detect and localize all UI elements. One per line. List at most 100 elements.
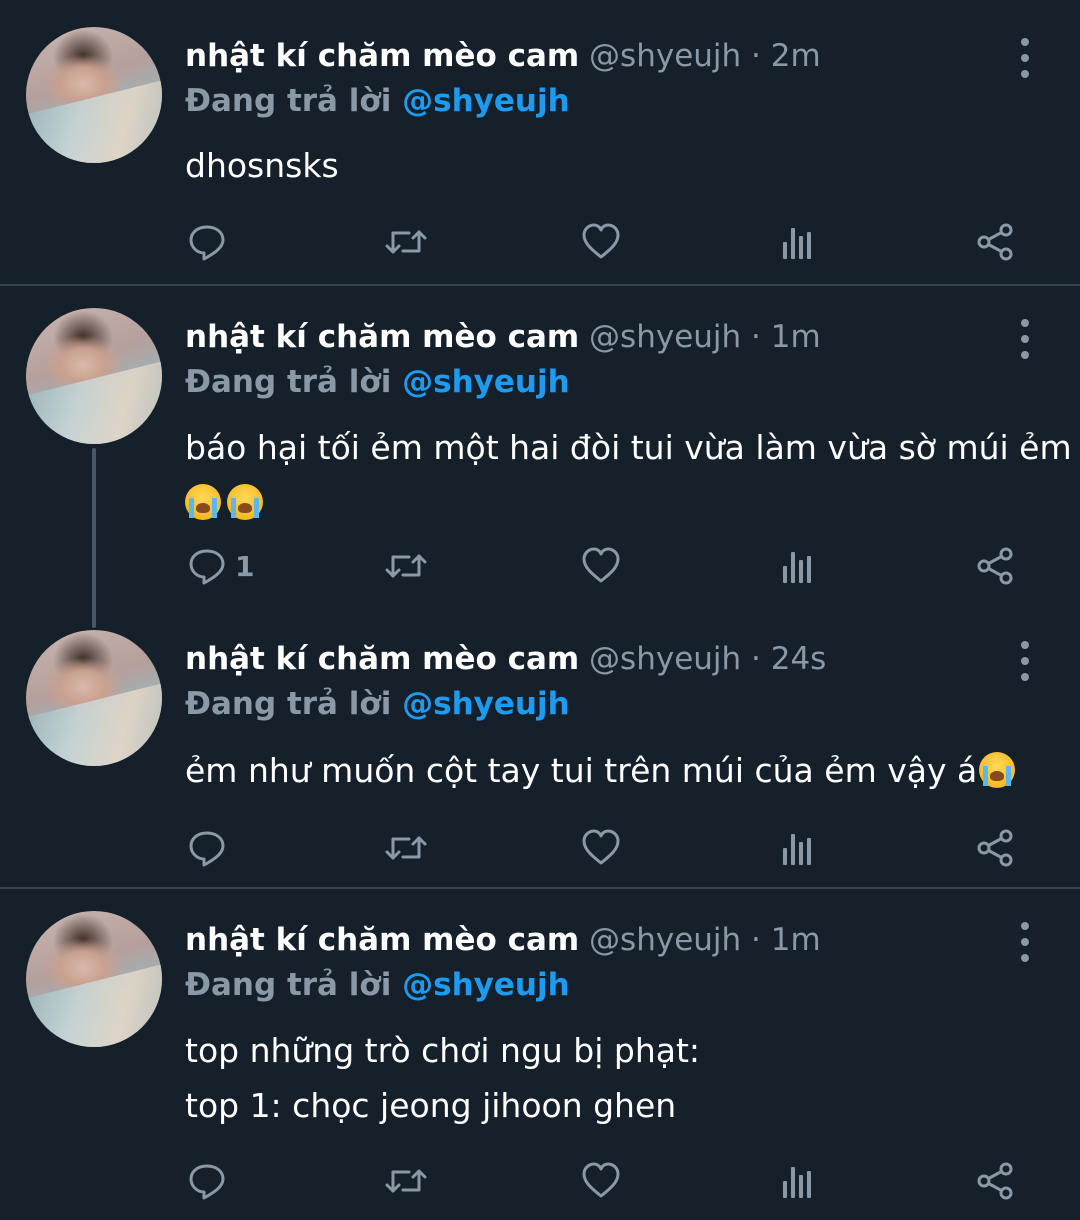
- reply-to-handle[interactable]: @shyeujh: [402, 686, 570, 722]
- display-name[interactable]: nhật kí chăm mèo cam: [185, 922, 579, 958]
- reply-button[interactable]: [187, 828, 227, 868]
- reply-button[interactable]: [187, 1161, 227, 1201]
- reply-label: Đang trả lời: [185, 686, 392, 722]
- tweet-header: nhật kí chăm mèo cam @shyeujh · 1m: [185, 922, 821, 958]
- tweet-text: top những trò chơi ngu bị phạt: top 1: c…: [185, 1023, 700, 1133]
- like-button[interactable]: [581, 828, 621, 868]
- tweet-text: báo hại tối ẻm một hai đòi tui vừa làm v…: [185, 420, 1072, 530]
- like-button[interactable]: [581, 1161, 621, 1201]
- tweet-header: nhật kí chăm mèo cam @shyeujh · 24s: [185, 641, 826, 677]
- tweet[interactable]: nhật kí chăm mèo cam @shyeujh · 24s Đang…: [0, 608, 1080, 887]
- analytics-button[interactable]: [780, 1161, 816, 1201]
- like-icon: [581, 546, 621, 586]
- like-icon: [581, 222, 621, 262]
- more-options-icon[interactable]: [1013, 319, 1037, 359]
- like-button[interactable]: [581, 222, 621, 262]
- analytics-icon: [780, 546, 816, 586]
- retweet-icon: [383, 1161, 429, 1201]
- share-icon: [975, 222, 1015, 262]
- avatar[interactable]: [26, 630, 162, 766]
- analytics-icon: [780, 828, 816, 868]
- tweet-header: nhật kí chăm mèo cam @shyeujh · 2m: [185, 38, 821, 74]
- reply-icon: [187, 546, 227, 586]
- emoji-line: [185, 475, 1072, 530]
- like-icon: [581, 1161, 621, 1201]
- tweet-text-line: top 1: chọc jeong jihoon ghen: [185, 1086, 677, 1125]
- share-icon: [975, 546, 1015, 586]
- tweet[interactable]: nhật kí chăm mèo cam @shyeujh · 1m Đang …: [0, 286, 1080, 608]
- user-handle[interactable]: @shyeujh: [589, 319, 741, 355]
- share-button[interactable]: [975, 222, 1015, 262]
- like-icon: [581, 828, 621, 868]
- action-bar: [0, 222, 1080, 262]
- timestamp[interactable]: 1m: [771, 922, 821, 958]
- reply-icon: [187, 1161, 227, 1201]
- retweet-icon: [383, 546, 429, 586]
- tweet-text-line: top những trò chơi ngu bị phạt:: [185, 1031, 701, 1070]
- reply-icon: [187, 828, 227, 868]
- retweet-button[interactable]: [383, 546, 429, 586]
- share-button[interactable]: [975, 546, 1015, 586]
- user-handle[interactable]: @shyeujh: [589, 38, 741, 74]
- reply-to-handle[interactable]: @shyeujh: [402, 364, 570, 400]
- analytics-button[interactable]: [780, 222, 816, 262]
- tweet-text-line: báo hại tối ẻm một hai đòi tui vừa làm v…: [185, 428, 1072, 467]
- reply-label: Đang trả lời: [185, 83, 392, 119]
- reply-to-handle[interactable]: @shyeujh: [402, 83, 570, 119]
- user-handle[interactable]: @shyeujh: [589, 922, 741, 958]
- analytics-icon: [780, 222, 816, 262]
- reply-context: Đang trả lời @shyeujh: [185, 967, 570, 1003]
- retweet-button[interactable]: [383, 1161, 429, 1201]
- loudly-crying-face-icon: [185, 484, 221, 520]
- retweet-icon: [383, 222, 429, 262]
- reply-button[interactable]: 1: [187, 546, 254, 586]
- tweet-text-line: ẻm như muốn cột tay tui trên múi của ẻm …: [185, 743, 1021, 798]
- tweet-header: nhật kí chăm mèo cam @shyeujh · 1m: [185, 319, 821, 355]
- share-button[interactable]: [975, 1161, 1015, 1201]
- reply-button[interactable]: [187, 222, 227, 262]
- analytics-button[interactable]: [780, 546, 816, 586]
- analytics-icon: [780, 1161, 816, 1201]
- more-options-icon[interactable]: [1013, 641, 1037, 681]
- more-options-icon[interactable]: [1013, 38, 1037, 78]
- tweet[interactable]: nhật kí chăm mèo cam @shyeujh · 1m Đang …: [0, 889, 1080, 1220]
- share-icon: [975, 1161, 1015, 1201]
- retweet-button[interactable]: [383, 222, 429, 262]
- more-options-icon[interactable]: [1013, 922, 1037, 962]
- display-name[interactable]: nhật kí chăm mèo cam: [185, 38, 579, 74]
- like-button[interactable]: [581, 546, 621, 586]
- retweet-button[interactable]: [383, 828, 429, 868]
- action-bar: [0, 1161, 1080, 1201]
- timestamp[interactable]: 2m: [771, 38, 821, 74]
- reply-to-handle[interactable]: @shyeujh: [402, 967, 570, 1003]
- timestamp[interactable]: 24s: [771, 641, 827, 677]
- share-icon: [975, 828, 1015, 868]
- loudly-crying-face-icon: [979, 752, 1016, 788]
- tweet[interactable]: nhật kí chăm mèo cam @shyeujh · 2m Đang …: [0, 0, 1080, 284]
- reply-icon: [187, 222, 227, 262]
- tweet-text: dhosnsks: [185, 138, 339, 193]
- display-name[interactable]: nhật kí chăm mèo cam: [185, 641, 579, 677]
- separator: ·: [741, 641, 771, 677]
- reply-label: Đang trả lời: [185, 364, 392, 400]
- loudly-crying-face-icon: [227, 484, 263, 520]
- action-bar: [0, 828, 1080, 868]
- user-handle[interactable]: @shyeujh: [589, 641, 741, 677]
- action-bar: 1: [0, 546, 1080, 586]
- share-button[interactable]: [975, 828, 1015, 868]
- separator: ·: [741, 922, 771, 958]
- tweet-text-line: dhosnsks: [185, 146, 339, 185]
- separator: ·: [741, 319, 771, 355]
- display-name[interactable]: nhật kí chăm mèo cam: [185, 319, 579, 355]
- reply-count: 1: [235, 549, 255, 583]
- avatar[interactable]: [26, 27, 162, 163]
- reply-label: Đang trả lời: [185, 967, 392, 1003]
- timestamp[interactable]: 1m: [771, 319, 821, 355]
- reply-context: Đang trả lời @shyeujh: [185, 364, 570, 400]
- reply-context: Đang trả lời @shyeujh: [185, 686, 570, 722]
- retweet-icon: [383, 828, 429, 868]
- separator: ·: [741, 38, 771, 74]
- avatar[interactable]: [26, 308, 162, 444]
- analytics-button[interactable]: [780, 828, 816, 868]
- avatar[interactable]: [26, 911, 162, 1047]
